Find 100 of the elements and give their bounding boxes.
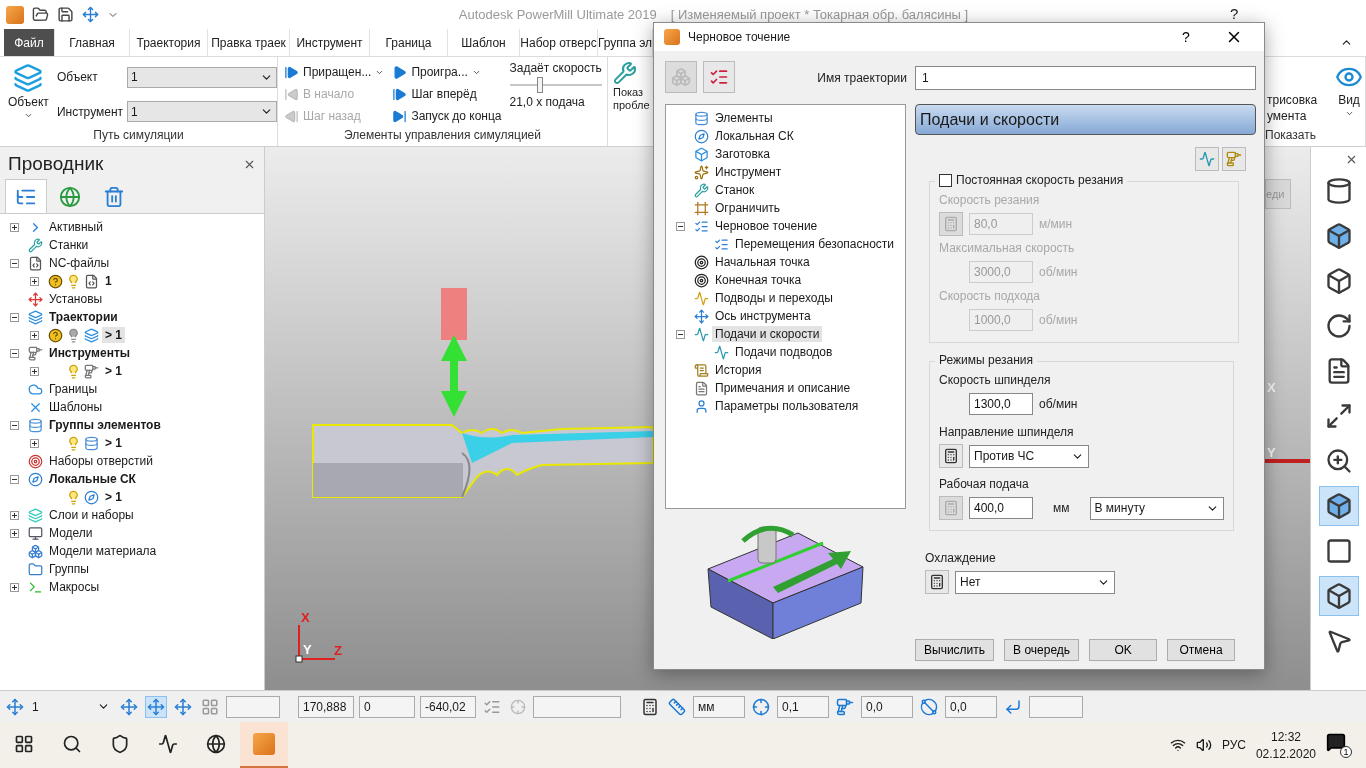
object-select[interactable]: 1	[127, 66, 278, 88]
expand-toggle-icon[interactable]	[30, 438, 39, 448]
tree-item[interactable]: Параметры пользователя	[712, 398, 862, 414]
collapse-toggle-icon[interactable]	[10, 474, 19, 484]
diameter-field[interactable]: 0,0	[945, 695, 997, 718]
tolerance-field[interactable]: 0,1	[777, 695, 829, 718]
tree-item[interactable]: Инструменты	[46, 345, 134, 361]
expand-toggle-icon[interactable]	[30, 276, 39, 286]
toolbar-button[interactable]	[1318, 486, 1359, 526]
input-field[interactable]	[1029, 695, 1083, 718]
tree-item[interactable]: Станки	[46, 237, 92, 253]
tree-item[interactable]: > 1	[102, 435, 125, 451]
clock-date[interactable]: 02.12.2020	[1255, 746, 1316, 761]
slider-thumb[interactable]	[536, 77, 543, 93]
close-button[interactable]	[1345, 153, 1358, 166]
tree-item[interactable]: Модели материала	[46, 543, 160, 559]
toolpath-name-field[interactable]: 1	[915, 65, 1256, 90]
coordinate-field[interactable]: -640,02	[420, 695, 476, 718]
tree-item[interactable]: Модели	[46, 525, 96, 541]
coolant-select[interactable]: Нет	[955, 570, 1115, 594]
axes-button[interactable]	[145, 695, 167, 718]
tree-item[interactable]: Ограничить	[712, 200, 784, 216]
object-button[interactable]: Объект	[6, 61, 51, 128]
simulation-button[interactable]: Запуск до конца	[392, 108, 502, 124]
collapse-toggle-icon[interactable]	[10, 312, 19, 322]
tree-item[interactable]: Макросы	[46, 579, 103, 595]
tree-item[interactable]: > 1	[102, 363, 125, 379]
tool-drawing-button[interactable]: трисовка умента	[1265, 61, 1320, 128]
collapse-toggle-icon[interactable]	[676, 329, 685, 339]
calculator-button[interactable]	[939, 444, 963, 468]
tree-item[interactable]: Начальная точка	[712, 254, 813, 270]
dialog-button[interactable]: Вычислить	[915, 639, 995, 661]
tree-item[interactable]: Границы	[46, 381, 100, 397]
save-icon[interactable]	[57, 6, 74, 23]
tree-item[interactable]: Подачи и скорости	[712, 326, 823, 342]
tree-item[interactable]: NC-файлы	[46, 255, 113, 271]
tree-item[interactable]: Активный	[46, 219, 106, 235]
tree-item[interactable]: Наборы отверстий	[46, 453, 156, 469]
tree-item[interactable]: Группы элементов	[46, 417, 164, 433]
workplane-select[interactable]: 1	[29, 695, 113, 718]
calculator-button[interactable]	[925, 570, 949, 594]
tree-item[interactable]: Перемещения безопасности	[732, 236, 897, 252]
tree-item[interactable]: Инструмент	[712, 164, 785, 180]
notifications-button[interactable]: 1	[1326, 732, 1352, 758]
tree-item[interactable]: История	[712, 362, 765, 378]
tree-item[interactable]: Черновое точение	[712, 218, 821, 234]
expand-toggle-icon[interactable]	[30, 330, 39, 340]
tree-item[interactable]: Локальные СК	[46, 471, 139, 487]
dialog-button[interactable]: Отмена	[1167, 639, 1236, 661]
tree-item[interactable]: > 1	[102, 327, 125, 343]
direction-select[interactable]: Против ЧС	[969, 444, 1089, 468]
wifi-icon[interactable]	[1169, 737, 1186, 753]
ribbon-tab[interactable]: Группа эл	[598, 29, 653, 56]
units-field[interactable]: мм	[693, 695, 745, 718]
view-button[interactable]: Вид	[1333, 61, 1365, 128]
tree-item[interactable]: Локальная СК	[712, 128, 797, 144]
tree-item[interactable]: Шаблоны	[46, 399, 106, 415]
tool-select[interactable]: 1	[127, 101, 278, 123]
tree-item[interactable]: Установы	[46, 291, 106, 307]
tree-item[interactable]: Заготовка	[712, 146, 774, 162]
expand-toggle-icon[interactable]	[10, 222, 19, 232]
collapse-toggle-icon[interactable]	[10, 348, 19, 358]
axes-icon[interactable]	[82, 6, 99, 23]
tree-item[interactable]: Группы	[46, 561, 92, 577]
ribbon-tab[interactable]: Набор отверс	[520, 29, 598, 56]
input-field[interactable]	[226, 695, 280, 718]
ribbon-tab[interactable]: Файл	[4, 29, 55, 56]
expand-toggle-icon[interactable]	[10, 528, 19, 538]
coordinate-field[interactable]: 170,888	[298, 695, 354, 718]
input-field[interactable]	[533, 695, 621, 718]
tool-feed-button[interactable]	[1221, 147, 1246, 171]
tree-item[interactable]: Слои и наборы	[46, 507, 137, 523]
collapse-toggle-icon[interactable]	[10, 420, 19, 430]
axes-icon[interactable]	[6, 697, 24, 716]
simulation-button[interactable]: Шаг вперёд	[392, 86, 502, 102]
tree-item[interactable]: Подводы и переходы	[712, 290, 836, 306]
tree-item[interactable]: 1	[102, 273, 115, 289]
input-field[interactable]: 1300,0	[969, 393, 1033, 415]
clock-time[interactable]: 12:32	[1270, 729, 1301, 744]
thickness-field[interactable]: 0,0	[861, 695, 913, 718]
tree-item[interactable]: Подачи подводов	[732, 344, 836, 360]
tree-item[interactable]: Конечная точка	[712, 272, 805, 288]
collapse-toggle-icon[interactable]	[676, 221, 685, 231]
tree-item[interactable]: > 1	[102, 489, 125, 505]
pattern-button[interactable]	[703, 61, 735, 93]
help-button[interactable]: ?	[1230, 5, 1239, 22]
help-button[interactable]: ?	[1166, 29, 1206, 45]
tree-item[interactable]: Станок	[712, 182, 758, 198]
input-field[interactable]: 400,0	[969, 497, 1033, 519]
dialog-button[interactable]: OK	[1089, 639, 1158, 661]
dialog-button[interactable]: В очередь	[1004, 639, 1080, 661]
show-problems-button[interactable]: Показ пробле	[613, 61, 653, 111]
coordinate-field[interactable]: 0	[359, 695, 415, 718]
open-folder-icon[interactable]	[32, 6, 49, 23]
simulation-button[interactable]: Проигра...	[392, 64, 502, 80]
tree-item[interactable]: Ось инструмента	[712, 308, 814, 324]
toolbar-button[interactable]	[1318, 576, 1359, 616]
simulation-button[interactable]: Приращен...	[284, 64, 385, 80]
tree-item[interactable]: Примечания и описание	[712, 380, 854, 396]
expand-toggle-icon[interactable]	[10, 510, 19, 520]
